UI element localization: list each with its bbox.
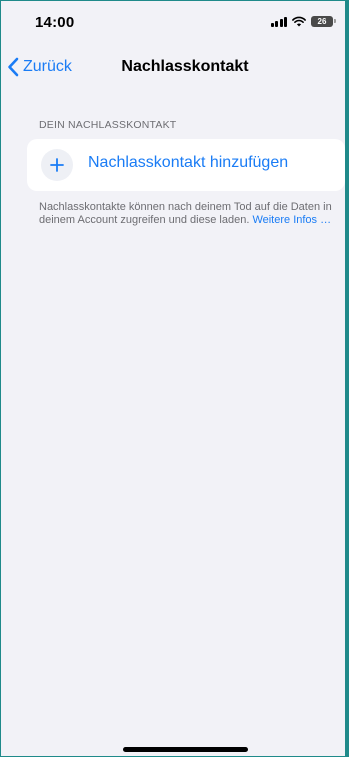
home-indicator[interactable] [123, 747, 248, 752]
status-icons: 26 [270, 15, 336, 27]
more-info-link[interactable]: Weitere Infos … [252, 214, 331, 226]
status-time: 14:00 [35, 14, 75, 31]
section-header: DEIN NACHLASSKONTAKT [39, 119, 177, 131]
page-title: Nachlasskontakt [121, 58, 249, 75]
wifi-icon [292, 16, 306, 27]
status-bar: 14:00 26 [1, 1, 345, 41]
screen: 14:00 26 Zurück Nachlasskontakt DEIN NAC… [0, 0, 349, 757]
plus-icon [41, 149, 73, 181]
navigation-bar: Zurück Nachlasskontakt [1, 45, 345, 89]
footnote: Nachlasskontakte können nach deinem Tod … [39, 201, 335, 227]
signal-icon [270, 16, 287, 27]
add-legacy-contact-label: Nachlasskontakt hinzufügen [88, 154, 289, 171]
battery-icon: 26 [311, 15, 336, 27]
add-legacy-contact-button[interactable]: Nachlasskontakt hinzufügen [27, 139, 345, 191]
